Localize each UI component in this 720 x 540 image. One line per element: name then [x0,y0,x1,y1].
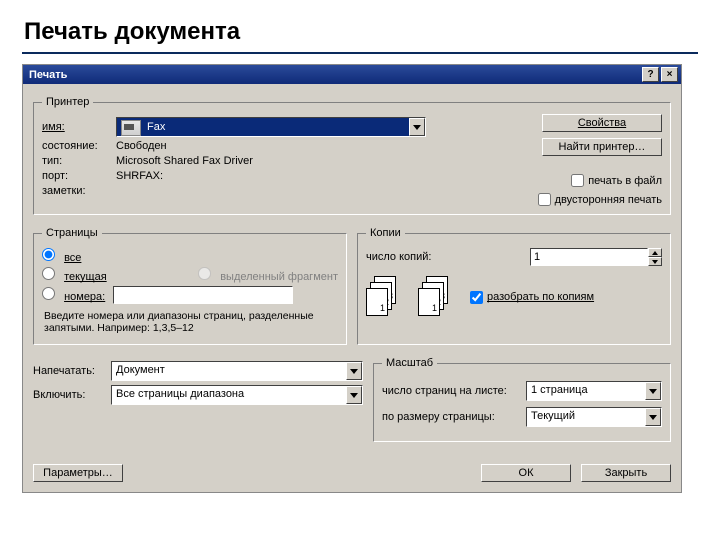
options-button[interactable]: Параметры… [33,464,123,482]
copies-spin[interactable] [648,248,662,266]
print-to-file-input[interactable] [571,174,584,187]
dialog-titlebar: Печать ? × [23,65,681,84]
printer-name-value: Fax [143,121,409,133]
pages-all-radio[interactable]: все [42,248,81,264]
include-label: Включить: [33,389,111,401]
close-dialog-button[interactable]: Закрыть [581,464,671,482]
printer-group: Принтер имя: Fax состояние: Свободен [33,96,671,215]
per-sheet-value: 1 страница [527,382,645,400]
pages-numbers-label: номера: [64,291,105,303]
pages-all-label: все [64,252,81,264]
printer-name-dropdown[interactable]: Fax [116,117,426,137]
page-icon: 1 [418,288,440,316]
pages-group: Страницы все текущая выделенный фрагмент [33,227,347,345]
print-to-file-label: печать в файл [588,175,662,187]
pages-hint: Введите номера или диапазоны страниц, ра… [44,310,336,334]
pages-legend: Страницы [42,227,102,239]
chevron-down-icon[interactable] [645,408,661,426]
copies-legend: Копии [366,227,405,239]
pages-current-input[interactable] [42,267,55,280]
printer-icon [121,120,139,134]
copies-group: Копии число копий: 3 2 1 [357,227,671,345]
printer-type-label: тип: [42,155,116,167]
printer-notes-label: заметки: [42,185,116,197]
pages-numbers-field[interactable] [113,286,293,304]
ok-button[interactable]: ОК [481,464,571,482]
chevron-down-icon[interactable] [645,382,661,400]
chevron-down-icon[interactable] [346,362,362,380]
printer-type-value: Microsoft Shared Fax Driver [116,155,253,167]
include-value: Все страницы диапазона [112,386,346,404]
page-icon: 1 [366,288,388,316]
properties-button[interactable]: Свойства [542,114,662,132]
fit-dropdown[interactable]: Текущий [526,407,662,427]
copies-num-label: число копий: [366,251,431,263]
title-rule [22,52,698,54]
per-sheet-label: число страниц на листе: [382,385,526,397]
chevron-down-icon[interactable] [346,386,362,404]
pages-selection-input [198,267,211,280]
duplex-checkbox[interactable]: двусторонняя печать [538,193,662,206]
close-button[interactable]: × [661,67,678,82]
collate-preview-1: 3 2 1 [366,276,404,318]
duplex-input[interactable] [538,193,551,206]
collate-label: разобрать по копиям [487,291,594,303]
include-dropdown[interactable]: Все страницы диапазона [111,385,363,405]
fit-value: Текущий [527,408,645,426]
fit-label: по размеру страницы: [382,411,526,423]
pages-all-input[interactable] [42,248,55,261]
slide-title: Печать документа [0,0,720,52]
print-dialog: Печать ? × Принтер имя: Fax [22,64,682,493]
pages-selection-label: выделенный фрагмент [220,271,338,283]
printer-legend: Принтер [42,96,93,108]
pages-current-radio[interactable]: текущая [42,267,107,283]
spin-down-icon[interactable] [648,257,662,266]
printer-name-label: имя: [42,121,116,133]
scale-legend: Масштаб [382,357,437,369]
find-printer-button[interactable]: Найти принтер… [542,138,662,156]
collate-checkbox[interactable]: разобрать по копиям [470,291,594,304]
collate-preview-2: 3 2 1 [418,276,456,318]
chevron-down-icon[interactable] [409,118,425,136]
help-button[interactable]: ? [642,67,659,82]
printer-port-label: порт: [42,170,116,182]
pages-numbers-radio[interactable]: номера: [42,287,105,303]
pages-selection-radio: выделенный фрагмент [198,267,338,283]
pages-current-label: текущая [64,271,107,283]
spin-up-icon[interactable] [648,248,662,257]
printwhat-label: Напечатать: [33,365,111,377]
printwhat-dropdown[interactable]: Документ [111,361,363,381]
print-to-file-checkbox[interactable]: печать в файл [571,174,662,187]
printer-status-label: состояние: [42,140,116,152]
printer-port-value: SHRFAX: [116,170,163,182]
collate-input[interactable] [470,291,483,304]
per-sheet-dropdown[interactable]: 1 страница [526,381,662,401]
scale-group: Масштаб число страниц на листе: 1 страни… [373,357,671,442]
dialog-title: Печать [29,69,67,81]
printer-status-value: Свободен [116,140,167,152]
duplex-label: двусторонняя печать [555,194,662,206]
pages-numbers-input[interactable] [42,287,55,300]
printwhat-value: Документ [112,362,346,380]
copies-num-field[interactable] [530,248,648,266]
